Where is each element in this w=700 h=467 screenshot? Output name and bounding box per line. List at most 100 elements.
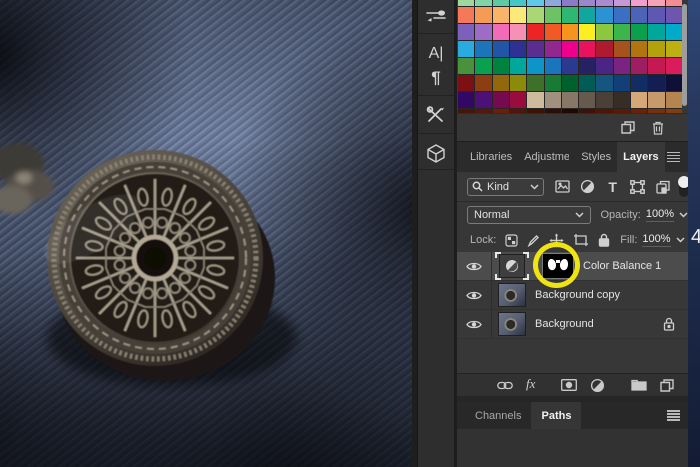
- swatch[interactable]: [475, 92, 492, 108]
- lock-artboard-icon[interactable]: [573, 233, 589, 247]
- swatch[interactable]: [579, 7, 596, 23]
- swatch[interactable]: [492, 7, 509, 23]
- fill-value[interactable]: 100%: [642, 233, 671, 247]
- swatch[interactable]: [492, 92, 509, 108]
- swatch[interactable]: [579, 41, 596, 57]
- filter-type-layers-icon[interactable]: T: [602, 179, 624, 195]
- swatch[interactable]: [665, 58, 682, 74]
- document-canvas[interactable]: [0, 0, 412, 467]
- swatch[interactable]: [648, 0, 665, 6]
- swatch[interactable]: [544, 92, 561, 108]
- swatch[interactable]: [648, 75, 665, 91]
- swatch[interactable]: [527, 58, 544, 74]
- swatch[interactable]: [561, 41, 579, 57]
- 3d-panel-icon[interactable]: [418, 140, 454, 166]
- swatch[interactable]: [458, 92, 475, 108]
- swatch[interactable]: [596, 0, 613, 6]
- swatch[interactable]: [492, 75, 509, 91]
- swatch[interactable]: [509, 92, 527, 108]
- swatch[interactable]: [475, 75, 492, 91]
- blend-mode-dropdown[interactable]: Normal: [467, 206, 591, 224]
- swatch[interactable]: [648, 24, 665, 40]
- visibility-eye-icon[interactable]: [457, 310, 492, 338]
- tab-styles[interactable]: Styles: [575, 142, 617, 172]
- layer-filtering-toggle[interactable]: [677, 175, 690, 198]
- swatch[interactable]: [509, 0, 527, 6]
- filter-smart-objects-icon[interactable]: [652, 179, 674, 195]
- swatch[interactable]: [665, 0, 682, 6]
- swatch[interactable]: [458, 41, 475, 57]
- layer-thumbnail[interactable]: [498, 283, 526, 307]
- fill-chevron-icon[interactable]: [676, 237, 685, 243]
- new-swatch-icon[interactable]: [621, 121, 635, 134]
- paths-panel-menu-icon[interactable]: [667, 402, 688, 429]
- swatch[interactable]: [648, 92, 665, 108]
- swatch[interactable]: [458, 75, 475, 91]
- swatch[interactable]: [475, 24, 492, 40]
- swatch[interactable]: [561, 7, 579, 23]
- swatch[interactable]: [613, 92, 631, 108]
- swatch[interactable]: [596, 24, 613, 40]
- swatch[interactable]: [544, 7, 561, 23]
- swatch[interactable]: [492, 58, 509, 74]
- swatch[interactable]: [544, 58, 561, 74]
- swatch[interactable]: [544, 0, 561, 6]
- swatch[interactable]: [509, 41, 527, 57]
- layer-styles-fx-icon[interactable]: fx: [526, 376, 535, 392]
- swatch[interactable]: [665, 7, 682, 23]
- add-layer-mask-icon[interactable]: [561, 379, 578, 391]
- swatch[interactable]: [527, 0, 544, 6]
- layer-thumbnail[interactable]: [498, 312, 526, 336]
- swatch[interactable]: [648, 7, 665, 23]
- visibility-eye-icon[interactable]: [457, 281, 492, 309]
- lock-all-icon[interactable]: [598, 233, 610, 247]
- swatch[interactable]: [527, 92, 544, 108]
- tab-channels[interactable]: Channels: [465, 402, 531, 429]
- brushes-panel-icon[interactable]: [418, 4, 454, 30]
- swatch[interactable]: [631, 24, 648, 40]
- swatch[interactable]: [475, 0, 492, 6]
- swatches-scrollbar[interactable]: [682, 4, 687, 106]
- swatch[interactable]: [596, 75, 613, 91]
- swatch[interactable]: [613, 7, 631, 23]
- swatch[interactable]: [579, 92, 596, 108]
- swatch[interactable]: [631, 58, 648, 74]
- swatch[interactable]: [665, 75, 682, 91]
- swatch[interactable]: [631, 41, 648, 57]
- filter-kind-dropdown[interactable]: Kind: [467, 177, 544, 196]
- new-group-icon[interactable]: [631, 379, 648, 391]
- adjustment-layer-thumbnail[interactable]: [495, 252, 529, 280]
- filter-pixel-layers-icon[interactable]: [552, 179, 574, 195]
- swatch[interactable]: [665, 92, 682, 108]
- swatch[interactable]: [561, 92, 579, 108]
- swatch[interactable]: [613, 58, 631, 74]
- swatch[interactable]: [527, 7, 544, 23]
- tab-layers[interactable]: Layers: [617, 142, 665, 172]
- swatch[interactable]: [458, 58, 475, 74]
- swatch[interactable]: [596, 41, 613, 57]
- opacity-chevron-icon[interactable]: [679, 212, 688, 218]
- swatch[interactable]: [492, 0, 509, 6]
- swatch[interactable]: [596, 92, 613, 108]
- swatch[interactable]: [527, 75, 544, 91]
- swatch[interactable]: [544, 41, 561, 57]
- new-adjustment-layer-icon[interactable]: [590, 378, 605, 393]
- lock-image-pixels-icon[interactable]: [527, 234, 540, 247]
- swatch[interactable]: [492, 24, 509, 40]
- swatch[interactable]: [631, 75, 648, 91]
- character-panel-icon[interactable]: A|: [418, 42, 454, 66]
- swatch[interactable]: [509, 75, 527, 91]
- swatch[interactable]: [665, 41, 682, 57]
- tab-paths[interactable]: Paths: [531, 402, 582, 429]
- visibility-eye-icon[interactable]: [457, 252, 492, 280]
- swatch[interactable]: [648, 58, 665, 74]
- swatch[interactable]: [561, 0, 579, 6]
- swatch[interactable]: [631, 92, 648, 108]
- swatch[interactable]: [596, 58, 613, 74]
- swatch[interactable]: [631, 0, 648, 6]
- swatch[interactable]: [475, 58, 492, 74]
- swatch[interactable]: [579, 58, 596, 74]
- swatch[interactable]: [648, 41, 665, 57]
- swatch[interactable]: [475, 7, 492, 23]
- swatch[interactable]: [509, 7, 527, 23]
